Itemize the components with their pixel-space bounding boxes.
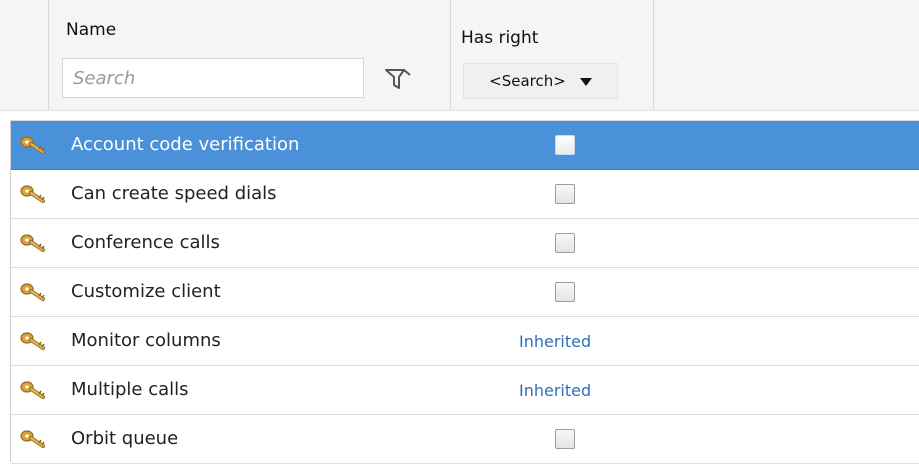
list-item-label: Customize client — [71, 281, 221, 302]
inherited-link[interactable]: Inherited — [519, 332, 591, 351]
has-right-checkbox[interactable] — [555, 282, 575, 302]
list-item-label: Account code verification — [71, 134, 300, 155]
list-item-label: Monitor columns — [71, 330, 221, 351]
list-item[interactable]: Multiple calls Inherited — [11, 366, 919, 415]
list-item-label: Multiple calls — [71, 379, 189, 400]
dropdown-selected-value: <Search> — [489, 72, 566, 90]
list-item[interactable]: Orbit queue — [11, 415, 919, 464]
has-right-checkbox[interactable] — [555, 429, 575, 449]
key-icon — [19, 380, 49, 400]
key-icon — [19, 331, 49, 351]
column-header-bar: Name Has right <Search> — [0, 0, 919, 111]
chevron-down-icon — [579, 78, 592, 86]
key-icon — [19, 184, 49, 204]
list-item-label: Can create speed dials — [71, 183, 277, 204]
key-icon — [19, 233, 49, 253]
list-item[interactable]: Monitor columns Inherited — [11, 317, 919, 366]
name-column-header[interactable]: Name — [66, 20, 116, 40]
inherited-link[interactable]: Inherited — [519, 381, 591, 400]
has-right-checkbox[interactable] — [555, 233, 575, 253]
has-right-checkbox[interactable] — [555, 135, 575, 155]
has-right-checkbox[interactable] — [555, 184, 575, 204]
key-icon — [19, 282, 49, 302]
list-item[interactable]: Account code verification — [11, 121, 919, 170]
key-icon — [19, 135, 49, 155]
filter-button[interactable] — [380, 66, 414, 92]
name-search-input[interactable] — [62, 58, 364, 98]
has-right-filter-dropdown[interactable]: <Search> — [463, 63, 618, 99]
header-gutter-divider — [48, 0, 49, 110]
list-item[interactable]: Conference calls — [11, 219, 919, 268]
column-divider[interactable] — [653, 0, 654, 110]
list-item-label: Orbit queue — [71, 428, 179, 449]
column-divider[interactable] — [450, 0, 451, 110]
list-item[interactable]: Can create speed dials — [11, 170, 919, 219]
filter-icon — [385, 69, 411, 89]
list-item-label: Conference calls — [71, 232, 220, 253]
list-item[interactable]: Customize client — [11, 268, 919, 317]
rights-list: Account code verification Can create spee… — [10, 120, 919, 464]
key-icon — [19, 429, 49, 449]
has-right-column-header[interactable]: Has right — [461, 28, 538, 48]
